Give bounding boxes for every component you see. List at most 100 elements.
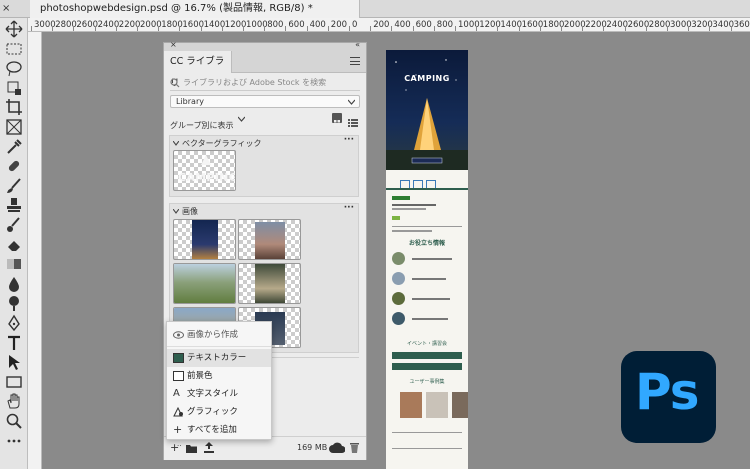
folder-icon[interactable] [186,444,197,453]
panel-menu-icon[interactable] [350,57,360,65]
marquee-tool-icon[interactable] [5,40,23,58]
menu-item-character-style[interactable]: A 文字スタイル [167,385,271,403]
doc-section-heading: ユーザー事例集 [409,379,445,385]
vertical-ruler [28,32,42,469]
ruler-tick-mark [624,26,626,31]
upload-icon[interactable] [204,442,214,453]
vector-thumb-text: CAMPING [178,171,236,184]
document-tab[interactable]: photoshopwebdesign.psd @ 16.7% (製品情報, RG… [30,0,360,18]
trash-icon[interactable] [350,442,359,453]
menu-item-create-from-image[interactable]: 画像から作成 [167,326,271,344]
ruler-tick-mark [476,26,478,31]
library-select[interactable]: Library [170,95,360,108]
horizontal-ruler: 3000 2800 2600 2400 2200 2000 1800 1600 1400 1200… [28,18,750,32]
ruler-tick-label: 400 [309,20,326,30]
lasso-tool-icon[interactable] [5,59,23,77]
ruler-tick-mark [433,26,435,31]
menu-item-label: 文字スタイル [187,389,239,399]
menu-item-text-color[interactable]: テキストカラー [167,349,271,367]
add-content-dots-icon: .. [177,440,182,448]
menu-item-foreground[interactable]: 前景色 [167,367,271,385]
pen-tool-icon[interactable] [5,314,23,332]
list-view-icon[interactable] [348,113,358,127]
gradient-tool-icon[interactable] [5,255,23,273]
type-tool-icon[interactable] [5,334,23,352]
more-options-icon[interactable]: ··· [344,135,354,145]
panel-tab-bar: CC ライブラリ [164,51,366,89]
blur-tool-icon[interactable] [5,275,23,293]
ruler-tick-mark [158,26,160,31]
quick-select-tool-icon[interactable] [5,79,23,97]
healing-brush-icon[interactable] [5,157,23,175]
doc-divider [386,188,468,190]
color-swatch-icon [173,353,184,363]
collapse-panel-icon[interactable]: « [355,40,360,49]
chevron-down-icon [348,99,355,105]
document-tab-bar: × photoshopwebdesign.psd @ 16.7% (製品情報, … [0,0,750,18]
hand-tool-icon[interactable] [5,392,23,410]
chevron-down-icon[interactable] [173,141,179,146]
path-select-tool-icon[interactable] [5,353,23,371]
ruler-tick-label: 600 [288,20,305,30]
ruler-tick-mark [137,26,138,31]
menu-item-add-all[interactable]: + すべてを追加 [167,421,271,439]
graphic-icon [173,407,183,417]
doc-divider [392,448,462,449]
menu-divider [167,346,271,347]
ruler-tick-mark [518,26,520,31]
rectangle-tool-icon[interactable] [5,373,23,391]
menu-item-graphic[interactable]: グラフィック [167,403,271,421]
image-thumbnail[interactable] [173,263,236,304]
empty-swatch-icon [173,371,184,381]
move-tool-icon[interactable] [5,20,23,38]
crop-tool-icon[interactable] [5,98,23,116]
doc-badge [392,216,400,220]
cloud-icon[interactable] [329,442,345,453]
menu-item-label: グラフィック [187,407,238,417]
dodge-tool-icon[interactable] [5,294,23,312]
doc-article-list [390,252,464,338]
ruler-tick-mark [200,26,202,31]
tools-panel [0,18,28,469]
vector-thumbnail[interactable]: CAMPING [173,150,236,191]
more-tools-icon[interactable] [5,432,23,450]
zoom-tool-icon[interactable] [5,412,23,430]
ruler-tick-mark [603,26,605,31]
library-select-value: Library [176,97,204,106]
hero-illustration [386,59,468,170]
vector-graphics-section: ベクターグラフィック ··· CAMPING [169,135,359,197]
doc-case-image [400,392,422,418]
frame-tool-icon[interactable] [5,118,23,136]
chevron-down-icon[interactable] [173,209,179,214]
doc-section-heading: イベント・講習会 [406,341,447,347]
image-thumbnail[interactable] [238,219,301,260]
storage-usage: 169 MB [297,443,328,452]
brush-tool-icon[interactable] [5,177,23,195]
grid-view-icon[interactable] [332,113,342,126]
more-options-icon[interactable]: ··· [344,203,354,213]
document-canvas[interactable]: CAMPING お役立ち情報 イベント・講習会 ユーザー事例集 [386,50,468,469]
ruler-tick-label: 400 [394,20,411,30]
doc-text-line [392,204,436,206]
image-thumbnail[interactable] [173,219,236,260]
doc-case-image [452,392,468,418]
ruler-tick-mark [349,26,350,31]
ps-logo-text: Ps [635,363,700,421]
history-brush-icon[interactable] [5,216,23,234]
group-by-control[interactable]: グループ別に表示 [170,113,250,130]
eraser-tool-icon[interactable] [5,236,23,254]
tab-cc-libraries[interactable]: CC ライブラリ [164,51,232,89]
ruler-tick-mark [412,26,414,31]
ruler-tick-mark [688,26,690,31]
ruler-tick-mark [327,26,329,31]
close-tab-icon[interactable]: × [2,0,10,18]
clone-stamp-icon[interactable] [5,196,23,214]
image-thumbnail[interactable] [238,263,301,304]
menu-item-label: すべてを追加 [187,425,237,435]
ruler-tick-mark [115,26,117,31]
close-panel-icon[interactable]: × [170,40,177,49]
panel-header: « × [164,40,366,51]
eyedropper-tool-icon[interactable] [5,138,23,156]
search-input[interactable]: ライブラリおよび Adobe Stock を検索 [170,75,360,91]
section-title-vector: ベクターグラフィック [182,139,262,148]
